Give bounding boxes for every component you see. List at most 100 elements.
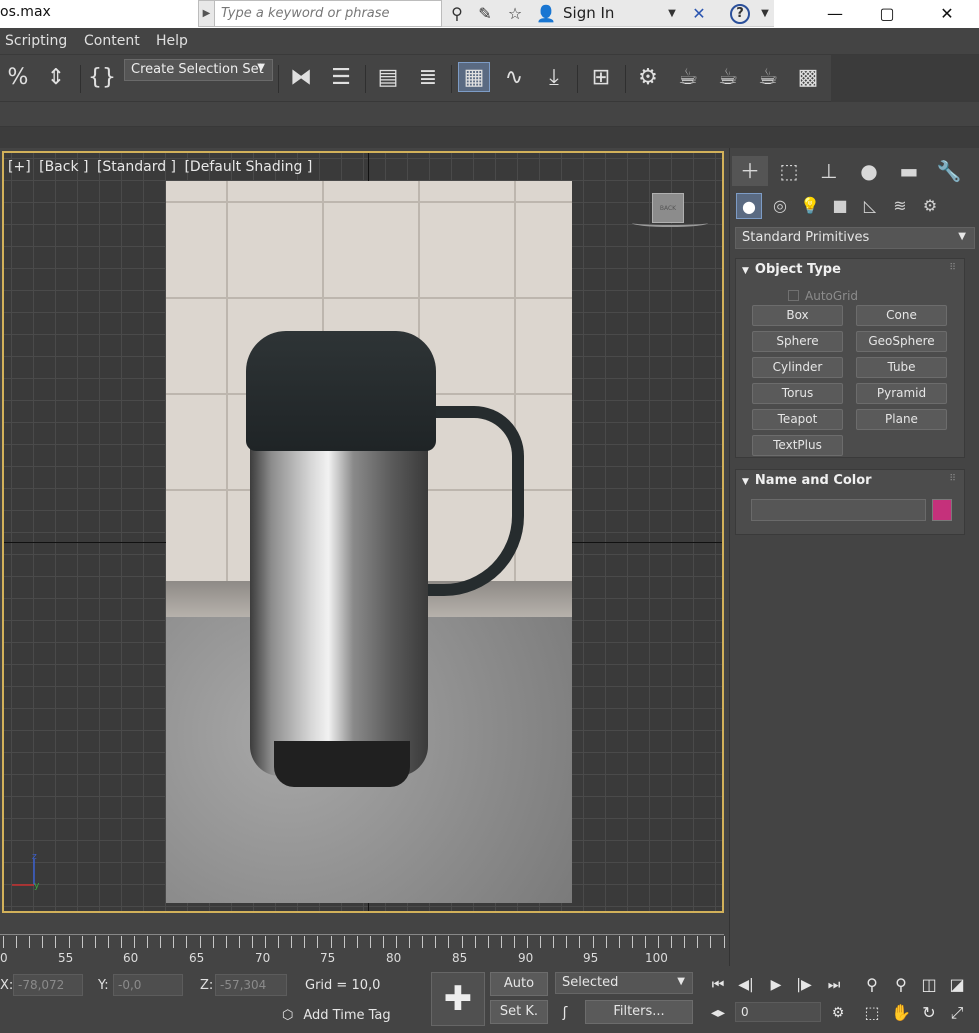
percent-snap-icon[interactable]: % — [2, 63, 34, 93]
hierarchy-tab-icon[interactable]: ⊥ — [811, 156, 847, 186]
modify-tab-icon[interactable]: ⬚ — [771, 156, 807, 186]
viewport-back[interactable]: [+] [Back ] [Standard ] [Default Shading… — [2, 151, 724, 913]
cylinder-button[interactable]: Cylinder — [752, 357, 843, 378]
curve-editor-icon[interactable]: ∿ — [498, 63, 530, 93]
utilities-tab-icon[interactable]: 🔧 — [931, 156, 967, 186]
helpers-icon[interactable]: ◺ — [857, 193, 883, 219]
viewport-label[interactable]: [+] [Back ] [Standard ] [Default Shading… — [8, 159, 316, 175]
orbit-icon[interactable]: ↻ — [918, 1002, 940, 1024]
object-type-header[interactable]: ▼ Object Type — [736, 259, 964, 281]
current-frame-field[interactable]: 0 — [735, 1002, 821, 1022]
box-button[interactable]: Box — [752, 305, 843, 326]
binoculars-icon[interactable]: ⚲ — [446, 3, 468, 25]
viewcube[interactable]: BACK — [652, 193, 684, 223]
favorites-star-icon[interactable]: ☆ — [504, 3, 526, 25]
x-coord-field[interactable]: -78,072 — [13, 974, 83, 996]
render-in-cloud-icon[interactable]: ☕ — [752, 63, 784, 93]
layer-explorer-icon[interactable]: ≣ — [412, 63, 444, 93]
sign-in-button[interactable]: Sign In — [563, 4, 614, 22]
shapes-icon[interactable]: ◎ — [767, 193, 793, 219]
create-selection-set-dropdown[interactable]: Create Selection Set ▼ — [124, 59, 273, 81]
z-coord-field[interactable]: -57,304 — [215, 974, 287, 996]
user-icon[interactable]: 👤 — [535, 3, 557, 25]
viewport-point-of-view[interactable]: [Back ] — [39, 159, 88, 175]
search-field[interactable]: ▶ Type a keyword or phrase — [198, 0, 442, 27]
exchange-apps-icon[interactable]: ✕ — [688, 3, 710, 25]
set-keys-icon[interactable]: ✚ — [431, 972, 485, 1026]
create-tab-icon[interactable]: ＋ — [732, 156, 768, 186]
viewport-menu-plus[interactable]: [+] — [8, 159, 31, 175]
time-configuration-icon[interactable]: ⚙ — [827, 1002, 849, 1024]
track-bar[interactable]: 0 55 60 65 70 75 80 85 90 95 100 — [0, 916, 729, 968]
primitives-dropdown[interactable]: Standard Primitives ▼ — [735, 227, 975, 249]
help-icon[interactable]: ? — [730, 4, 750, 24]
geosphere-button[interactable]: GeoSphere — [856, 331, 947, 352]
minimize-button[interactable]: — — [812, 2, 858, 26]
menu-scripting[interactable]: Scripting — [5, 33, 67, 49]
rollout-grip-icon[interactable]: ⠿ — [949, 474, 956, 484]
align-icon[interactable]: ☰ — [325, 63, 357, 93]
lights-icon[interactable]: 💡 — [797, 193, 823, 219]
display-tab-icon[interactable]: ▬ — [891, 156, 927, 186]
zoom-all-icon[interactable]: ⚲ — [890, 974, 912, 996]
viewport-view-mode[interactable]: [Standard ] — [97, 159, 176, 175]
cone-button[interactable]: Cone — [856, 305, 947, 326]
pan-hand-icon[interactable]: ✋ — [890, 1002, 912, 1024]
tube-button[interactable]: Tube — [856, 357, 947, 378]
object-name-field[interactable] — [751, 499, 926, 521]
add-time-tag[interactable]: ⬡ Add Time Tag — [282, 1008, 391, 1023]
dope-sheet-icon[interactable]: ⤓ — [538, 63, 570, 93]
geometry-icon[interactable]: ● — [736, 193, 762, 219]
key-selection-dropdown[interactable]: Selected ▼ — [555, 972, 693, 994]
rollout-grip-icon[interactable]: ⠿ — [949, 263, 956, 273]
plane-button[interactable]: Plane — [856, 409, 947, 430]
textplus-button[interactable]: TextPlus — [752, 435, 843, 456]
ribbon-toggle-icon[interactable]: ▦ — [458, 62, 490, 92]
render-gallery-icon[interactable]: ▩ — [792, 63, 824, 93]
pyramid-button[interactable]: Pyramid — [856, 383, 947, 404]
key-mode-toggle-icon[interactable]: ◂▸ — [707, 1002, 729, 1024]
teapot-button[interactable]: Teapot — [752, 409, 843, 430]
search-expand-icon[interactable]: ▶ — [199, 1, 215, 26]
set-key-button[interactable]: Set K. — [490, 1000, 548, 1024]
schematic-view-icon[interactable]: ⊞ — [585, 63, 617, 93]
cameras-icon[interactable]: ■ — [827, 193, 853, 219]
key-filters-button[interactable]: Filters... — [585, 1000, 693, 1024]
systems-icon[interactable]: ⚙ — [917, 193, 943, 219]
previous-frame-icon[interactable]: ◀| — [735, 974, 757, 996]
zoom-extents-all-icon[interactable]: ◪ — [946, 974, 968, 996]
space-warps-icon[interactable]: ≋ — [887, 193, 913, 219]
sphere-button[interactable]: Sphere — [752, 331, 843, 352]
motion-tab-icon[interactable]: ● — [851, 156, 887, 186]
scene-explorer-icon[interactable]: ▤ — [372, 63, 404, 93]
chevron-down-icon[interactable]: ▼ — [661, 3, 683, 25]
help-dropdown-icon[interactable]: ▼ — [754, 3, 776, 25]
autogrid-checkbox[interactable]: AutoGrid — [788, 289, 858, 303]
rendered-frame-window-icon[interactable]: ☕ — [672, 63, 704, 93]
name-and-color-header[interactable]: ▼ Name and Color — [736, 470, 964, 492]
menu-content[interactable]: Content — [84, 33, 140, 49]
zoom-extents-icon[interactable]: ◫ — [918, 974, 940, 996]
subscription-icon[interactable]: ✎ — [474, 3, 496, 25]
torus-button[interactable]: Torus — [752, 383, 843, 404]
object-color-swatch[interactable] — [932, 499, 952, 521]
go-to-end-icon[interactable]: ⏭ — [823, 974, 845, 996]
y-coord-field[interactable]: -0,0 — [113, 974, 183, 996]
mirror-icon[interactable]: ⧓ — [285, 63, 317, 93]
play-icon[interactable]: ▶ — [765, 974, 787, 996]
menu-help[interactable]: Help — [156, 33, 188, 49]
field-of-view-icon[interactable]: ⬚ — [861, 1002, 883, 1024]
go-to-start-icon[interactable]: ⏮ — [707, 974, 729, 996]
viewport-shading-mode[interactable]: [Default Shading ] — [184, 159, 312, 175]
key-filter-icon[interactable]: ʃ — [554, 1002, 576, 1024]
close-button[interactable]: ✕ — [924, 2, 970, 26]
maximize-viewport-icon[interactable]: ⤢ — [946, 1002, 968, 1024]
render-setup-icon[interactable]: ⚙ — [632, 63, 664, 93]
maximize-button[interactable]: ▢ — [864, 2, 910, 26]
edit-named-selection-icon[interactable]: {} — [86, 63, 118, 93]
zoom-icon[interactable]: ⚲ — [861, 974, 883, 996]
spinner-snap-icon[interactable]: ⇕ — [40, 63, 72, 93]
render-production-icon[interactable]: ☕ — [712, 63, 744, 93]
auto-key-button[interactable]: Auto — [490, 972, 548, 996]
next-frame-icon[interactable]: |▶ — [793, 974, 815, 996]
